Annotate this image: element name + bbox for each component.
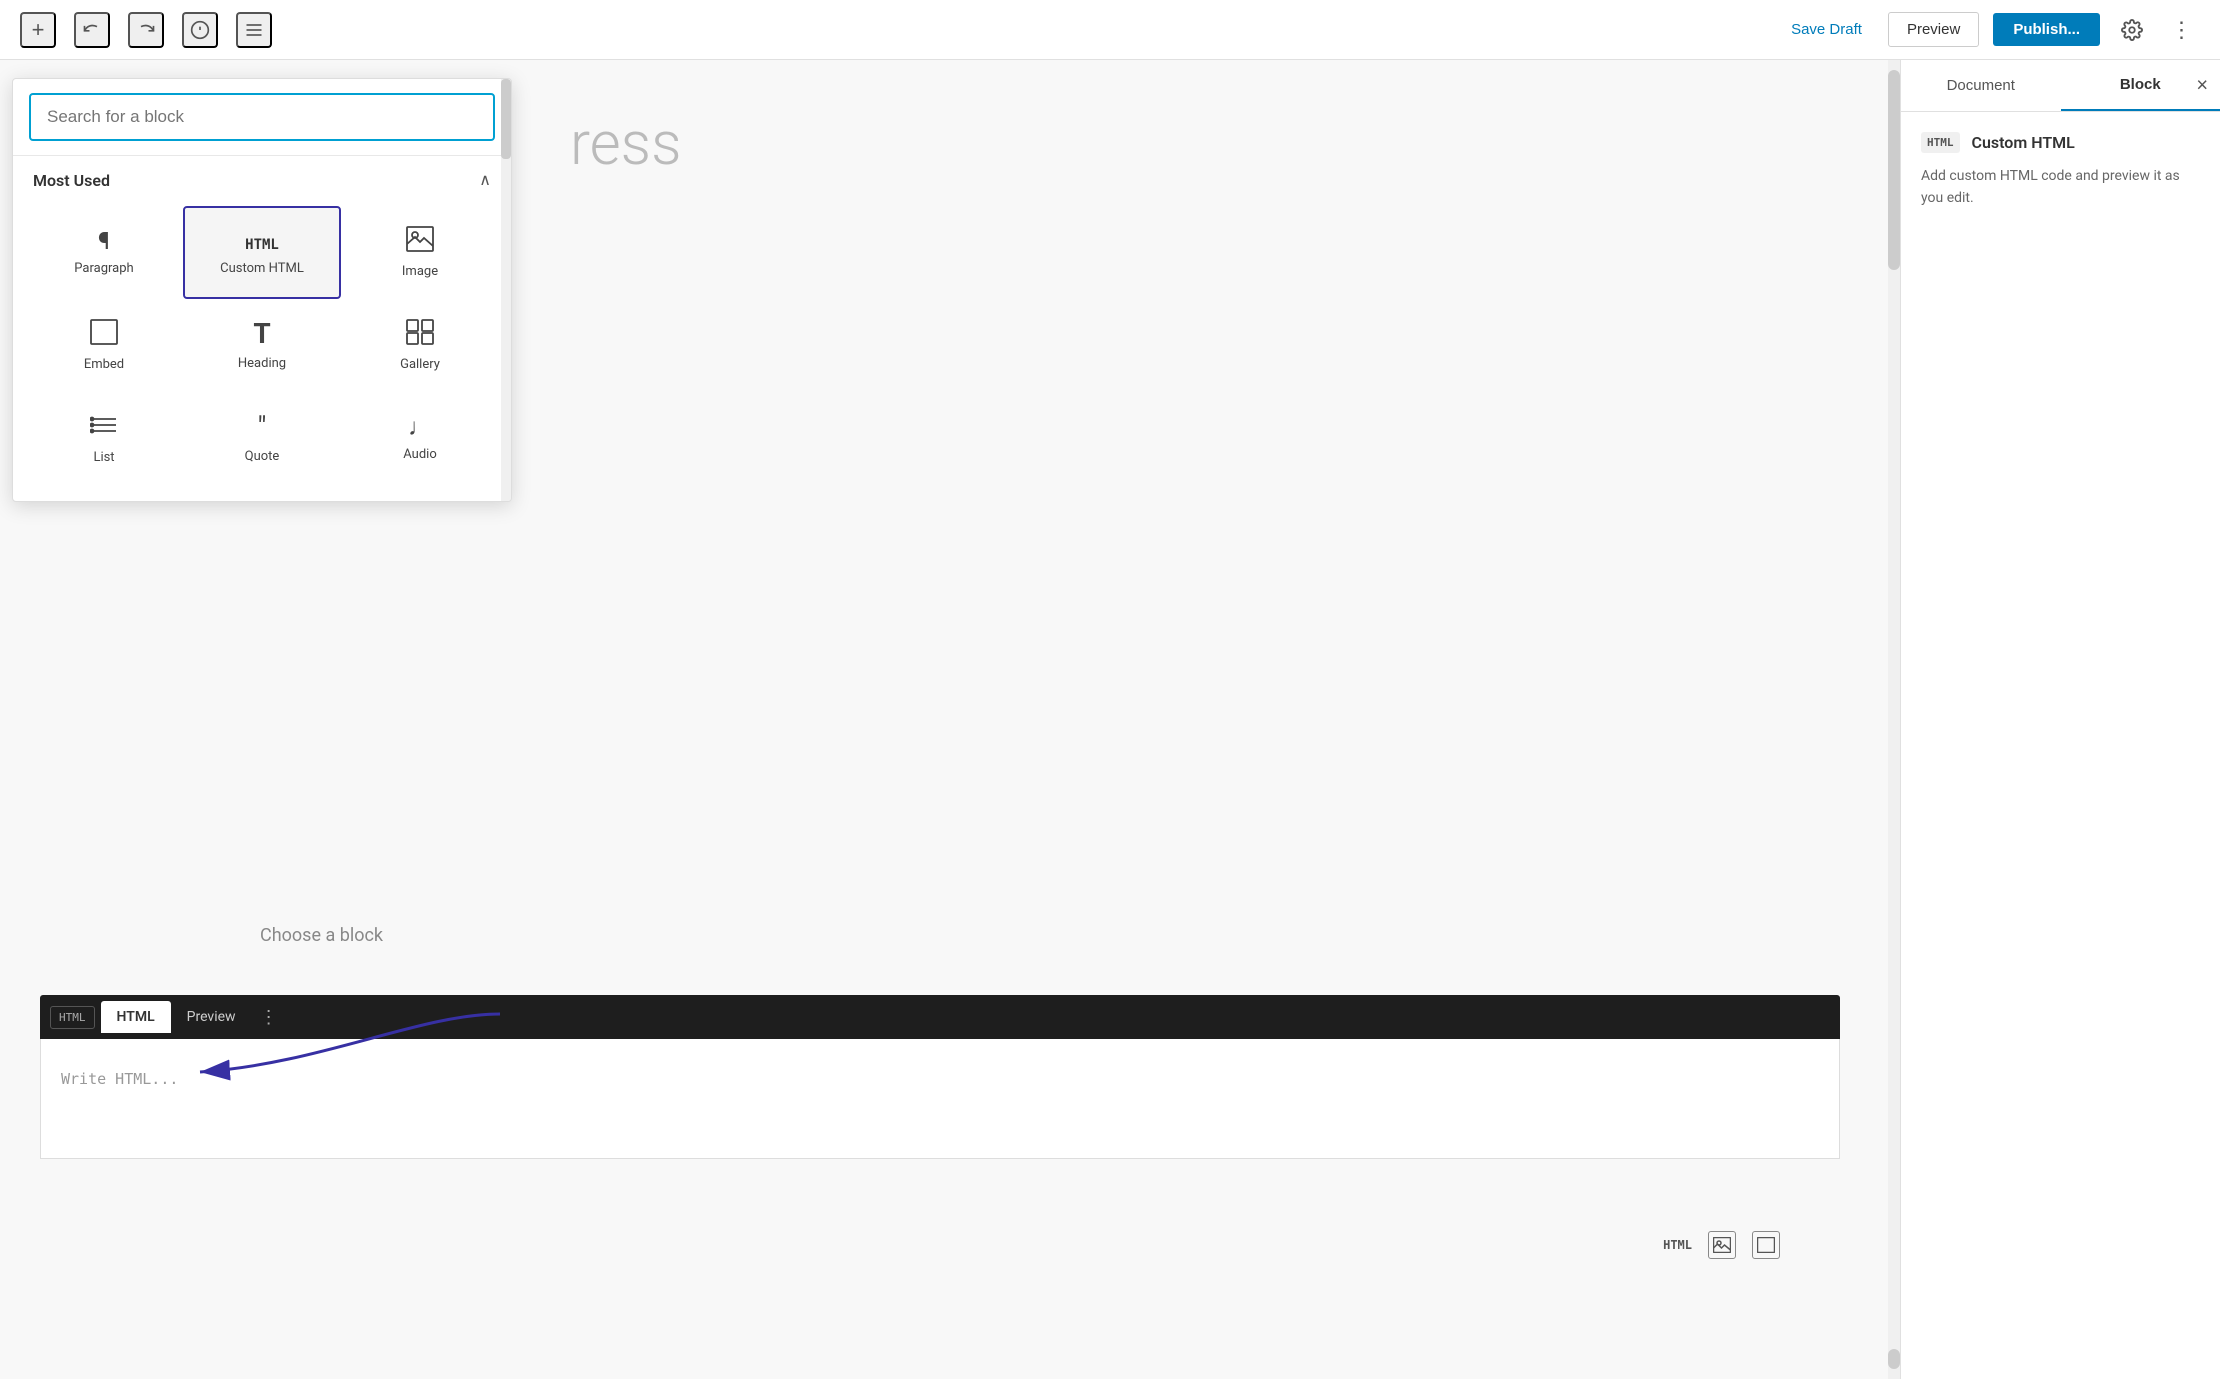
heading-icon: T [253,320,270,348]
quote-icon: " [258,413,267,441]
editor-area: Most Used ∧ ¶ Paragraph HTML Custom HTML [0,60,1900,1379]
block-item-image[interactable]: Image [341,206,499,299]
custom-html-icon: HTML [245,229,279,253]
editor-scrollbar-thumb [1888,70,1900,270]
list-block-icon [90,412,118,442]
sidebar-tabs: Document Block × [1901,60,2220,112]
editor-scrollbar[interactable] [1888,60,1900,1379]
paragraph-icon: ¶ [98,229,110,253]
list-label: List [93,450,114,465]
choose-block-hint: Choose a block [260,925,383,946]
document-tab[interactable]: Document [1901,60,2061,111]
gear-icon [2121,19,2143,41]
block-item-gallery[interactable]: Gallery [341,299,499,392]
block-info-header: HTML Custom HTML [1921,132,2200,153]
gallery-label: Gallery [400,357,440,372]
close-sidebar-button[interactable]: × [2196,74,2208,97]
image-icon [406,226,434,256]
search-container [13,79,511,156]
block-sidebar-description: Add custom HTML code and preview it as y… [1921,165,2200,210]
html-block-toolbar: HTML HTML Preview ⋮ [40,995,1840,1039]
editor-content: ress [530,78,1900,209]
block-sidebar-title: Custom HTML [1972,133,2075,152]
more-button[interactable]: ⋮ [2164,12,2200,48]
html-block-container: Choose a block HTML HTML Preview ⋮ Write… [40,995,1840,1159]
info-icon [190,20,210,40]
info-button[interactable] [182,12,218,48]
html-editor-placeholder: Write HTML... [61,1070,178,1088]
audio-label: Audio [403,447,436,462]
embed-icon [90,319,118,349]
layout-view-button[interactable] [1752,1231,1780,1259]
block-item-custom-html[interactable]: HTML Custom HTML [183,206,341,299]
redo-icon [136,20,156,40]
paragraph-label: Paragraph [74,261,133,276]
undo-icon [82,20,102,40]
add-block-button[interactable]: + [20,12,56,48]
audio-icon: ♩ [408,415,432,439]
toolbar-right: Save Draft Preview Publish... ⋮ [1779,12,2200,48]
sidebar-content: HTML Custom HTML Add custom HTML code an… [1901,112,2220,230]
block-sidebar-icon: HTML [1921,132,1960,153]
more-icon: ⋮ [2171,17,2194,43]
search-input[interactable] [29,93,495,141]
redo-button[interactable] [128,12,164,48]
inserter-scroll-thumb [501,79,511,159]
quote-label: Quote [245,449,280,464]
block-item-list[interactable]: List [25,392,183,485]
block-item-audio[interactable]: ♩ Audio [341,392,499,485]
list-view-button[interactable] [236,12,272,48]
bottom-html-label: HTML [1663,1238,1692,1252]
list-icon [244,20,264,40]
image-label: Image [402,264,438,279]
chevron-up-icon: ∧ [479,172,491,189]
image-view-button[interactable] [1708,1231,1736,1259]
preview-tab[interactable]: Preview [171,1001,252,1033]
close-icon: × [2196,74,2208,96]
block-item-embed[interactable]: Embed [25,299,183,392]
html-editor[interactable]: Write HTML... [40,1039,1840,1159]
right-sidebar: Document Block × HTML Custom HTML Add cu… [1900,60,2220,1379]
collapse-button[interactable]: ∧ [479,170,491,190]
plus-icon: + [32,17,45,43]
embed-label: Embed [84,357,124,372]
heading-label: Heading [238,356,286,371]
block-item-quote[interactable]: " Quote [183,392,341,485]
save-draft-button[interactable]: Save Draft [1779,15,1874,44]
section-title: Most Used [33,171,110,190]
section-header: Most Used ∧ [13,156,511,200]
undo-button[interactable] [74,12,110,48]
preview-button[interactable]: Preview [1888,12,1979,47]
block-item-paragraph[interactable]: ¶ Paragraph [25,206,183,299]
top-toolbar: + Save Draft Preview Publish... ⋮ [0,0,2220,60]
inserter-scrollbar[interactable] [501,79,511,501]
block-inserter-popup: Most Used ∧ ¶ Paragraph HTML Custom HTML [12,78,512,502]
html-tag-label: HTML [50,1006,95,1029]
toolbar-left: + [20,12,272,48]
main-layout: Most Used ∧ ¶ Paragraph HTML Custom HTML [0,60,2220,1379]
gallery-icon [406,319,434,349]
editor-title: ress [530,78,1900,209]
editor-scrollbar-bottom-thumb [1888,1349,1900,1369]
html-toolbar-more[interactable]: ⋮ [260,1007,278,1028]
block-item-heading[interactable]: T Heading [183,299,341,392]
html-tab[interactable]: HTML [101,1001,171,1033]
blocks-grid: ¶ Paragraph HTML Custom HTML [13,200,511,501]
publish-button[interactable]: Publish... [1993,13,2100,46]
bottom-toolbar: HTML [1663,1231,1780,1259]
custom-html-label: Custom HTML [220,261,304,276]
settings-button[interactable] [2114,12,2150,48]
